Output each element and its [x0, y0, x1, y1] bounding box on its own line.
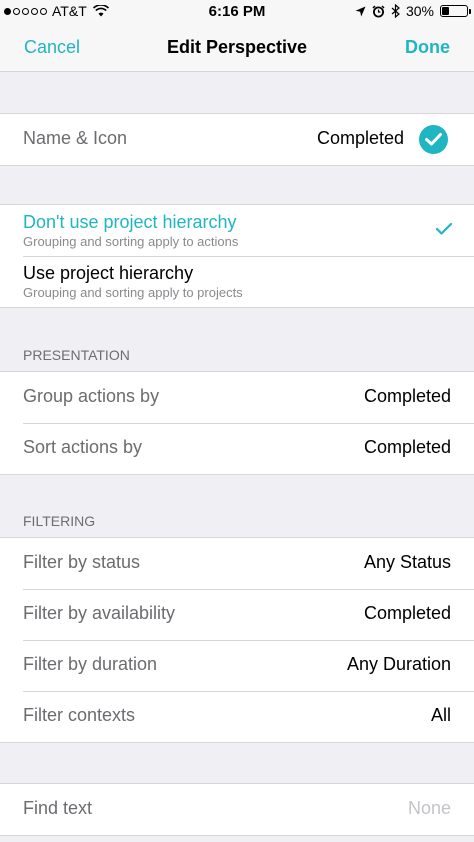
group-actions-row[interactable]: Group actions by Completed	[0, 372, 474, 423]
filter-availability-row[interactable]: Filter by availability Completed	[0, 589, 474, 640]
cancel-button[interactable]: Cancel	[24, 37, 80, 58]
row-value: Any Duration	[346, 654, 451, 674]
row-value: Completed	[363, 603, 451, 623]
navigation-bar: Cancel Edit Perspective Done	[0, 24, 474, 72]
battery-level	[442, 7, 450, 15]
filter-status-row[interactable]: Filter by status Any Status	[0, 538, 474, 589]
find-text-group: Find text None	[0, 783, 474, 836]
hierarchy-group: Don't use project hierarchy Grouping and…	[0, 204, 474, 308]
checkmark-icon	[436, 223, 452, 235]
row-label: Group actions by	[23, 386, 160, 406]
hierarchy-option-dont-use[interactable]: Don't use project hierarchy Grouping and…	[0, 205, 474, 256]
row-value: Completed	[363, 386, 451, 406]
option-subtitle: Grouping and sorting apply to actions	[23, 234, 239, 249]
name-icon-value: Completed	[316, 128, 404, 148]
row-value: Completed	[363, 437, 451, 457]
filtering-section-header: FILTERING	[23, 513, 96, 529]
status-bar: AT&T 6:16 PM 30%	[0, 0, 474, 24]
row-label: Filter by status	[23, 552, 141, 572]
done-button[interactable]: Done	[405, 37, 450, 58]
find-text-label: Find text	[23, 798, 93, 818]
find-text-value[interactable]: None	[408, 798, 451, 819]
completed-check-icon	[419, 125, 448, 154]
battery-percent: 30%	[405, 3, 434, 19]
location-arrow-icon	[355, 6, 366, 16]
bluetooth-icon	[391, 4, 400, 18]
option-subtitle: Grouping and sorting apply to projects	[23, 285, 243, 300]
option-title: Don't use project hierarchy	[23, 212, 237, 232]
status-icons: 30%	[355, 3, 471, 19]
battery-icon	[440, 5, 471, 17]
alarm-clock-icon	[372, 4, 385, 17]
row-label: Sort actions by	[23, 437, 143, 457]
option-title: Use project hierarchy	[23, 263, 194, 283]
name-icon-group: Name & Icon Completed	[0, 113, 474, 166]
row-label: Filter by duration	[23, 654, 158, 674]
presentation-section-header: PRESENTATION	[23, 347, 130, 363]
row-value: Any Status	[363, 552, 451, 572]
filter-duration-row[interactable]: Filter by duration Any Duration	[0, 640, 474, 691]
filtering-group: Filter by status Any Status Filter by av…	[0, 537, 474, 743]
find-text-row[interactable]: Find text None	[0, 784, 474, 835]
row-label: Filter by availability	[23, 603, 176, 623]
presentation-group: Group actions by Completed Sort actions …	[0, 371, 474, 475]
hierarchy-option-use[interactable]: Use project hierarchy Grouping and sorti…	[0, 256, 474, 307]
sort-actions-row[interactable]: Sort actions by Completed	[0, 423, 474, 474]
name-icon-label: Name & Icon	[23, 128, 128, 148]
filter-contexts-row[interactable]: Filter contexts All	[0, 691, 474, 742]
row-value: All	[430, 705, 451, 725]
name-icon-row[interactable]: Name & Icon Completed	[0, 114, 474, 165]
row-label: Filter contexts	[23, 705, 136, 725]
